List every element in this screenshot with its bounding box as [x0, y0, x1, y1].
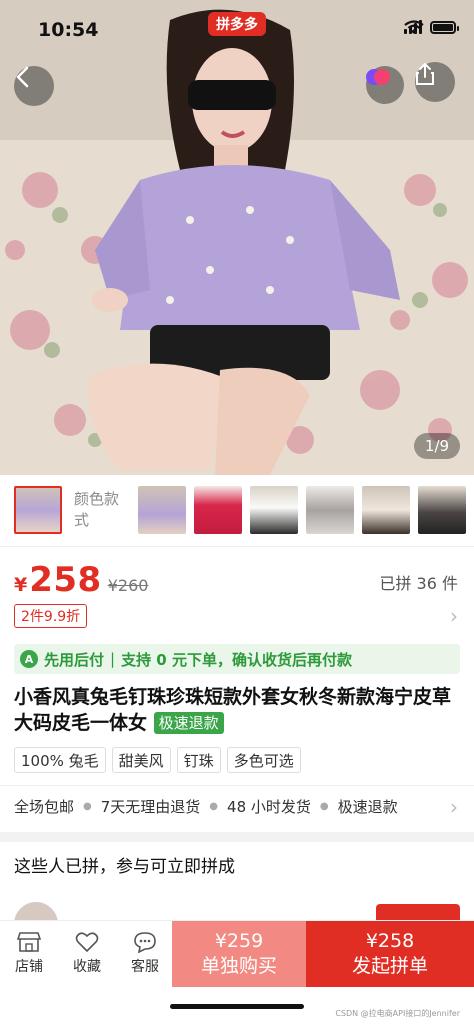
back-button[interactable] [14, 66, 54, 106]
start-group-button[interactable]: ¥258 发起拼单 [306, 921, 474, 987]
bottom-action-bar: 店铺 收藏 客服 ¥259 单独购买 ¥258 发起拼单 [0, 920, 474, 987]
promo-tag[interactable]: 2件9.9折 [14, 604, 88, 628]
product-tag[interactable]: 甜美风 [111, 747, 171, 773]
collect-button[interactable]: 收藏 [58, 921, 116, 986]
group-section-title: 这些人已拼，参与可立即拼成 [14, 857, 235, 877]
app-badge: 拼多多 [208, 12, 266, 36]
variant-thumb[interactable] [418, 486, 466, 534]
currency-symbol: ¥ [14, 574, 28, 596]
product-tags: 100% 兔毛 甜美风 钉珠 多色可选 [14, 747, 301, 773]
price-row: ¥ 258 ¥260 [14, 560, 148, 600]
service-item: 极速退款 [337, 798, 398, 816]
product-photo [0, 0, 474, 475]
fast-refund-tag: 极速退款 [153, 712, 224, 734]
original-price: ¥260 [107, 576, 149, 595]
wifi-icon [404, 20, 424, 34]
group-label: 发起拼单 [351, 955, 428, 977]
status-icons [404, 20, 459, 34]
store-label: 店铺 [15, 959, 43, 975]
service-item: 全场包邮 [14, 798, 75, 816]
customer-service-button[interactable]: 客服 [116, 921, 174, 986]
variant-label: 颜色款式 [74, 490, 120, 529]
current-price: 258 [29, 560, 102, 600]
image-counter: 1/9 [414, 433, 460, 459]
variant-thumb[interactable] [306, 486, 354, 534]
chevron-right-icon[interactable]: › [450, 795, 458, 819]
battery-icon [430, 20, 459, 34]
watermark: CSDN @拉电商API接口的Jennifer [335, 1009, 460, 1018]
dot-separator: ● [319, 801, 329, 812]
chevron-left-icon [16, 66, 29, 88]
store-button[interactable]: 店铺 [0, 921, 58, 986]
favorite-button[interactable] [366, 66, 404, 104]
variant-thumb[interactable] [194, 486, 242, 534]
product-main-image[interactable]: 10:54 拼多多 1/9 [0, 0, 474, 475]
pay-later-icon: A [20, 650, 38, 668]
variant-thumb[interactable] [250, 486, 298, 534]
dot-separator: ● [209, 801, 219, 812]
dot-separator: ● [83, 801, 92, 812]
product-tag[interactable]: 100% 兔毛 [14, 747, 106, 773]
section-spacer [0, 832, 474, 842]
variant-thumb-selected[interactable] [14, 486, 62, 534]
single-label: 单独购买 [200, 955, 277, 977]
single-price: ¥259 [214, 930, 264, 952]
service-guarantees[interactable]: 全场包邮 ● 7天无理由退货 ● 48 小时发货 ● 极速退款 [14, 796, 464, 817]
collect-label: 收藏 [73, 959, 101, 975]
chat-icon [134, 932, 156, 953]
share-icon [416, 62, 434, 85]
pay-later-desc: 支持 0 元下单，确认收货后再付款 [121, 650, 352, 669]
variant-thumb[interactable] [138, 486, 186, 534]
buy-alone-button[interactable]: ¥259 单独购买 [172, 921, 306, 987]
group-price: ¥258 [365, 930, 415, 952]
sold-count: 已拼 36 件 [379, 574, 458, 593]
home-indicator[interactable] [170, 1004, 304, 1009]
variant-thumb[interactable] [362, 486, 410, 534]
divider [0, 546, 474, 547]
pay-later-banner[interactable]: A 先用后付 | 支持 0 元下单，确认收货后再付款 [14, 644, 460, 674]
product-title-text: 小香风真兔毛钉珠珍珠短款外套女秋冬新款海宁皮草大码皮毛一体女 [14, 686, 452, 734]
heart-outline-icon [75, 932, 99, 953]
heart-icon [366, 69, 390, 85]
product-tag[interactable]: 多色可选 [226, 747, 301, 773]
product-tag[interactable]: 钉珠 [176, 747, 221, 773]
share-button[interactable] [415, 62, 455, 102]
divider [0, 785, 474, 786]
service-label: 客服 [131, 959, 159, 975]
variant-thumbnails: 颜色款式 [0, 480, 474, 540]
chevron-right-icon[interactable]: › [450, 604, 458, 628]
service-item: 7天无理由退货 [100, 798, 201, 816]
store-icon [17, 932, 41, 952]
product-title: 小香风真兔毛钉珠珍珠短款外套女秋冬新款海宁皮草大码皮毛一体女 极速退款 [14, 684, 464, 736]
service-item: 48 小时发货 [227, 798, 311, 816]
separator: | [110, 650, 116, 668]
status-time: 10:54 [38, 19, 99, 41]
pay-later-title: 先用后付 [44, 650, 105, 669]
